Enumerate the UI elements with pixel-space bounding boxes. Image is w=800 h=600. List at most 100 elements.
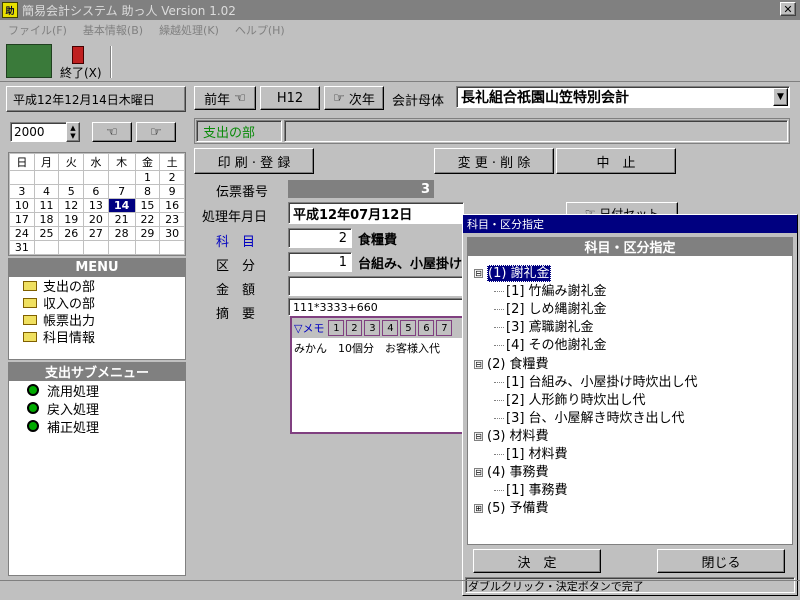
tree-item-category[interactable]: [1] 材料費 [494,443,568,462]
edit-delete-button[interactable]: 変 更 · 削 除 [434,148,554,174]
calendar-day[interactable]: 8 [134,184,161,199]
calendar-day[interactable]: 25 [33,226,60,241]
submenu-item-refund[interactable]: 戻入処理 [9,399,185,418]
expand-icon[interactable]: ⊞ [474,504,483,514]
radio-dot-icon [27,384,39,396]
amount-field[interactable] [288,276,464,296]
subject-code-field[interactable]: 2 [288,228,352,248]
close-window-button[interactable]: ✕ [780,2,796,16]
memo-number-tab[interactable]: 6 [418,320,435,336]
calendar-day[interactable]: 9 [159,184,185,199]
submenu-item-transfer[interactable]: 流用処理 [9,381,185,400]
menu-item-subjects[interactable]: 科目情報 [9,328,185,346]
submenu-item-correction[interactable]: 補正処理 [9,417,185,436]
next-month-button[interactable]: ☞ [136,122,176,142]
calendar-day[interactable]: 15 [134,198,161,213]
tree-item-subject[interactable]: ⊞ (5) 予備費 [474,497,549,516]
calendar-day[interactable]: 16 [159,198,185,213]
print-register-button[interactable]: 印 刷 · 登 録 [194,148,314,174]
menu-help[interactable]: ヘルプ(H) [227,22,293,38]
tree-connector [494,399,504,401]
spin-down-icon[interactable]: ▼ [70,132,75,140]
date-field[interactable]: 平成12年07月12日 [288,202,464,224]
memo-number-tab[interactable]: 4 [382,320,399,336]
menu-file[interactable]: ファイル(F) [0,22,75,38]
memo-number-tab[interactable]: 5 [400,320,417,336]
tree-item-category[interactable]: [1] 事務費 [494,479,568,498]
calendar-day[interactable]: 18 [33,212,60,227]
calendar-day[interactable]: 3 [9,184,35,199]
calendar-day[interactable]: 12 [58,198,85,213]
calendar-day [107,170,136,185]
calendar-day[interactable]: 20 [83,212,109,227]
calendar-day[interactable]: 1 [134,170,161,185]
tree-item-category[interactable]: [2] しめ縄謝礼金 [494,298,607,317]
tree-item-subject[interactable]: ⊟ (1) 謝礼金 [474,262,551,282]
calendar-day[interactable]: 27 [83,226,109,241]
calendar-day[interactable]: 29 [134,226,161,241]
menu-carryover[interactable]: 繰越処理(K) [151,22,227,38]
memo-tab[interactable]: ▽メモ [294,320,324,336]
calendar-day[interactable]: 13 [83,198,109,213]
year-spinner[interactable]: ▲ ▼ [66,122,80,142]
menu-item-reports[interactable]: 帳票出力 [9,311,185,329]
memo-number-tab[interactable]: 2 [346,320,363,336]
calendar-day[interactable]: 4 [33,184,60,199]
prev-month-button[interactable]: ☜ [92,122,132,142]
tree-item-category[interactable]: [3] 鳶職謝礼金 [494,316,594,335]
next-year-button[interactable]: ☞ 次年 [324,86,384,110]
tree-item-subject[interactable]: ⊟ (4) 事務費 [474,461,549,480]
tree-item-category[interactable]: [1] 台組み、小屋掛け時炊出し代 [494,371,698,390]
menu-basic-info[interactable]: 基本情報(B) [75,22,151,38]
collapse-icon[interactable]: ⊟ [474,468,483,478]
calendar-day[interactable]: 31 [9,240,35,255]
calendar-weekday: 木 [107,153,136,171]
menu-item-expense[interactable]: 支出の部 [9,277,185,295]
memo-number-tab[interactable]: 7 [436,320,453,336]
calendar-day[interactable]: 11 [33,198,60,213]
memo-number-tab[interactable]: 1 [328,320,345,336]
org-select[interactable]: 長礼組合祇園山笠特別会計 [456,86,790,108]
menu-item-income[interactable]: 収入の部 [9,294,185,312]
calendar-day[interactable]: 17 [9,212,35,227]
calendar: 日月火水木金土 1 2 3 4 5 6 7 8 9 10 11 12 13 14 15 16 17 18 19 20 2… [8,152,186,256]
logo-icon[interactable] [6,44,52,78]
calendar-day[interactable]: 28 [107,226,136,241]
tree-item-category[interactable]: [3] 台、小屋解き時炊き出し代 [494,407,685,426]
exit-button-label[interactable]: 終了(X) [60,64,102,81]
exit-icon[interactable] [72,46,84,64]
collapse-icon[interactable]: ⊟ [474,431,483,441]
category-code-field[interactable]: 1 [288,252,352,272]
tree-item-subject[interactable]: ⊟ (2) 食糧費 [474,353,549,372]
cancel-button[interactable]: 中 止 [556,148,676,174]
year-input[interactable]: 2000 [10,122,68,142]
org-dropdown-button[interactable]: ▼ [773,88,788,106]
calendar-day[interactable]: 5 [58,184,85,199]
calendar-day[interactable]: 7 [107,184,136,199]
calendar-day[interactable]: 26 [58,226,85,241]
calendar-day[interactable]: 22 [134,212,161,227]
tree-item-category[interactable]: [1] 竹編み謝礼金 [494,280,607,299]
tree-item-category[interactable]: [4] その他謝礼金 [494,334,607,353]
confirm-button[interactable]: 決 定 [473,549,601,573]
calendar-day[interactable]: 23 [159,212,185,227]
collapse-icon[interactable]: ⊟ [474,269,483,278]
calendar-day[interactable]: 19 [58,212,85,227]
calendar-day[interactable]: 2 [159,170,185,185]
calendar-day[interactable]: 21 [107,212,136,227]
prev-year-button[interactable]: 前年 ☜ [194,86,256,110]
calendar-day[interactable]: 30 [159,226,185,241]
close-dialog-button[interactable]: 閉じる [657,549,785,573]
collapse-icon[interactable]: ⊟ [474,359,483,369]
org-value: 長礼組合祇園山笠特別会計 [461,90,629,106]
memo-field[interactable]: 111*3333+660 [288,298,464,316]
calendar-day[interactable]: 10 [9,198,35,213]
calendar-day[interactable]: 24 [9,226,35,241]
status-bar [0,580,800,600]
memo-number-tab[interactable]: 3 [364,320,381,336]
calendar-day[interactable]: 14 [107,198,136,213]
tree-item-category[interactable]: [2] 人形飾り時炊出し代 [494,389,646,408]
calendar-day[interactable]: 6 [83,184,109,199]
tree-item-subject[interactable]: ⊟ (3) 材料費 [474,425,549,444]
spin-up-icon[interactable]: ▲ [70,124,75,132]
